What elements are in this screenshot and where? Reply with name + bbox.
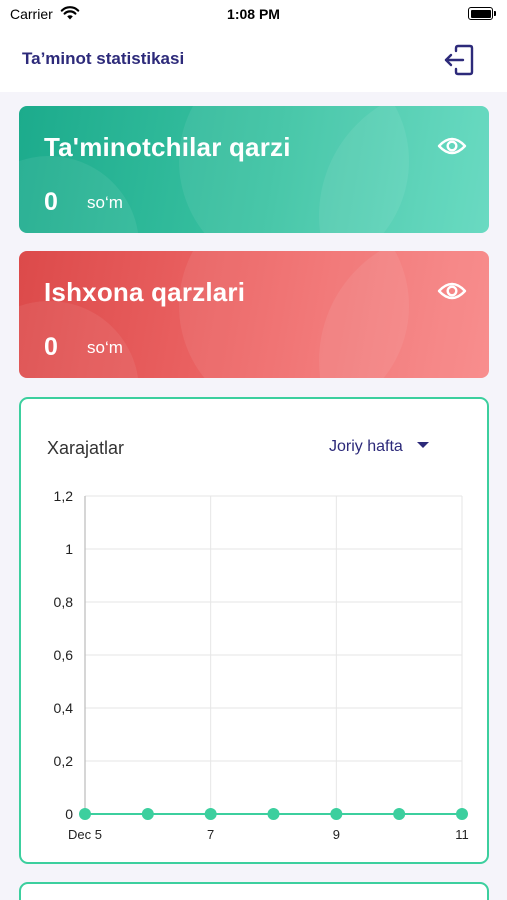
chart-data-point	[141, 808, 154, 820]
y-tick-label: 0,6	[54, 647, 74, 663]
expenses-chart-card: Xarajatlar Joriy hafta 1,2 1 0,8 0,6 0,4 0,2 0…	[19, 397, 489, 864]
chart-data-point	[456, 808, 468, 820]
y-tick-label: 0,4	[54, 700, 74, 716]
app-header: Ta’minot statistikasi	[0, 30, 507, 92]
x-tick-label: Dec 5	[68, 827, 102, 842]
card-title: Ishxona qarzlari	[44, 277, 246, 307]
card-currency: so‘m	[87, 193, 123, 212]
eye-icon[interactable]	[437, 135, 467, 157]
workplace-debt-card[interactable]: Ishxona qarzlari 0 so‘m	[19, 251, 489, 378]
eye-icon[interactable]	[437, 280, 467, 302]
chart-data-point	[204, 808, 217, 820]
status-time: 1:08 PM	[227, 6, 280, 22]
chart-data-point	[79, 808, 91, 820]
y-tick-label: 1	[65, 541, 73, 557]
expenses-line-chart: 1,2 1 0,8 0,6 0,4 0,2 0 Dec 5 7 9 11	[54, 488, 469, 842]
card-currency: so‘m	[87, 338, 123, 357]
battery-icon	[468, 7, 496, 20]
x-tick-label: 7	[207, 827, 214, 842]
y-tick-label: 1,2	[54, 488, 74, 504]
next-card	[19, 882, 489, 900]
chart-data-point	[330, 808, 343, 820]
card-title: Ta'minotchilar qarzi	[44, 132, 291, 162]
card-amount: 0	[44, 333, 58, 361]
page-title: Ta’minot statistikasi	[22, 49, 185, 68]
y-tick-label: 0	[65, 806, 73, 822]
logout-icon[interactable]	[442, 44, 476, 76]
y-tick-label: 0,8	[54, 594, 74, 610]
chart-data-point	[393, 808, 406, 820]
supplier-debt-card[interactable]: Ta'minotchilar qarzi 0 so‘m	[19, 106, 489, 233]
card-amount: 0	[44, 188, 58, 216]
y-tick-label: 0,2	[54, 753, 74, 769]
status-bar: Carrier 1:08 PM	[0, 0, 507, 30]
chart-data-point	[267, 808, 280, 820]
x-tick-label: 9	[333, 827, 340, 842]
x-tick-label: 11	[455, 827, 469, 842]
